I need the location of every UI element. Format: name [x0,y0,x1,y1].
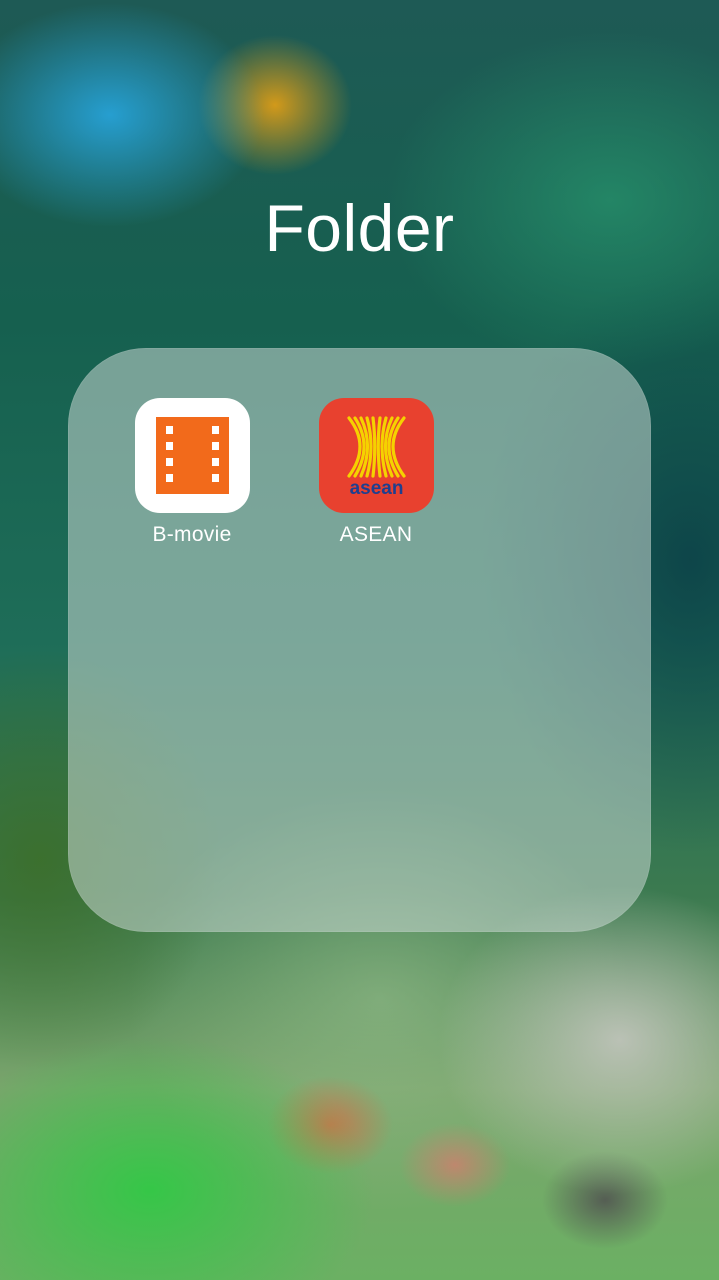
svg-text:asean: asean [349,478,403,499]
app-b-movie[interactable]: B-movie [117,398,267,547]
folder-title[interactable]: Folder [0,190,719,266]
film-strip-icon[interactable] [134,398,250,513]
folder-panel: B-movie asean ASEAN [68,348,651,932]
app-label-asean: ASEAN [339,523,413,546]
app-label-b-movie: B-movie [152,523,232,546]
asean-logo-icon[interactable]: asean [318,398,434,513]
home-screen: Folder B-movie asean ASEAN [0,0,719,1280]
app-asean[interactable]: asean ASEAN [301,398,451,547]
